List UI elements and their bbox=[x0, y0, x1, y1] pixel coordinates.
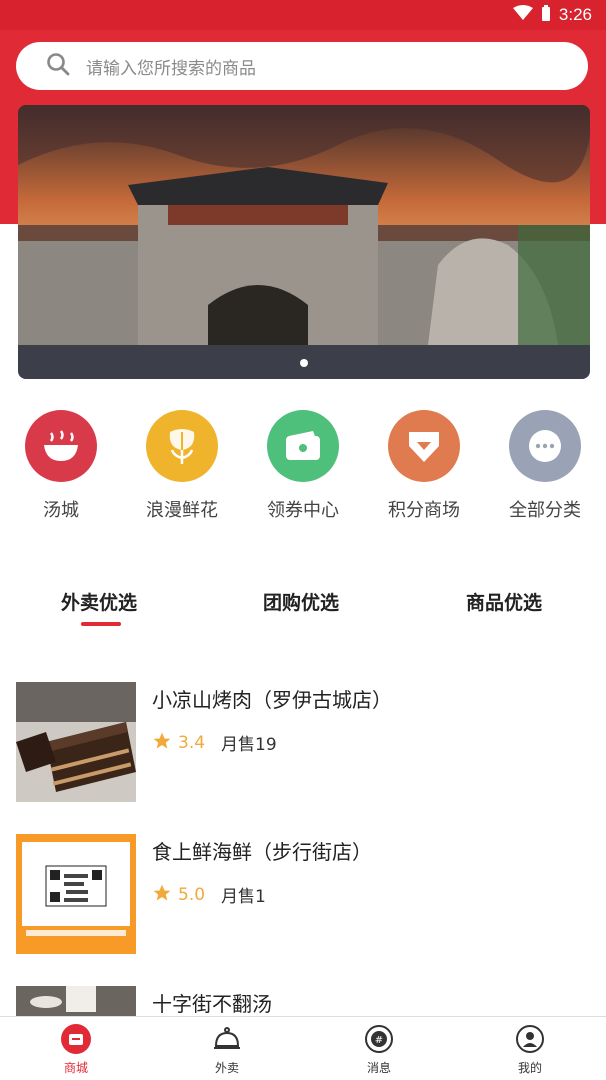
shop-name: 小凉山烤肉（罗伊古城店） bbox=[152, 688, 392, 712]
category-points-mall[interactable]: 积分商场 bbox=[374, 410, 474, 522]
shop-rating: 3.4 bbox=[178, 732, 206, 753]
soup-bowl-icon bbox=[25, 410, 97, 482]
shop-sales: 月售1 bbox=[221, 887, 266, 907]
promo-banner[interactable] bbox=[18, 105, 590, 379]
cloche-icon bbox=[211, 1023, 243, 1055]
bottom-tab-bar: 商城 外卖 # 消息 我的 bbox=[0, 1016, 606, 1080]
shop-name: 食上鲜海鲜（步行街店） bbox=[152, 840, 372, 864]
mall-icon bbox=[60, 1023, 92, 1055]
tab-products[interactable]: 商品优选 bbox=[466, 588, 542, 615]
tab-indicator bbox=[81, 622, 121, 626]
category-label: 汤城 bbox=[43, 500, 79, 521]
more-icon bbox=[509, 410, 581, 482]
shop-meta: 3.4 月售19 bbox=[152, 730, 277, 755]
tabbar-label: 消息 bbox=[366, 1061, 391, 1075]
shop-thumbnail bbox=[16, 834, 136, 954]
search-placeholder: 请输入您所搜索的商品 bbox=[86, 58, 256, 79]
battery-icon bbox=[541, 5, 551, 25]
category-flowers[interactable]: 浪漫鲜花 bbox=[132, 410, 232, 522]
tabbar-profile[interactable]: 我的 bbox=[490, 1023, 570, 1076]
category-coupons[interactable]: 领券中心 bbox=[253, 410, 353, 522]
tabbar-messages[interactable]: # 消息 bbox=[339, 1023, 419, 1076]
tab-takeout[interactable]: 外卖优选 bbox=[61, 588, 137, 615]
search-input[interactable]: 请输入您所搜索的商品 bbox=[16, 42, 588, 90]
tabbar-label: 我的 bbox=[517, 1061, 542, 1075]
list-item[interactable]: 小凉山烤肉（罗伊古城店） 3.4 月售19 bbox=[0, 682, 606, 804]
category-label: 积分商场 bbox=[388, 500, 460, 521]
banner-dot[interactable] bbox=[300, 359, 308, 367]
star-icon bbox=[152, 883, 172, 907]
category-grid: 汤城 浪漫鲜花 领券中心 积分商场 全部分类 bbox=[0, 410, 606, 522]
star-icon bbox=[152, 731, 172, 755]
tabbar-label: 外卖 bbox=[214, 1061, 239, 1075]
status-bar: 3:26 bbox=[0, 0, 606, 30]
svg-text:#: # bbox=[375, 1035, 383, 1046]
category-label: 全部分类 bbox=[509, 500, 581, 521]
tabbar-takeout[interactable]: 外卖 bbox=[187, 1023, 267, 1076]
shop-sales: 月售19 bbox=[221, 735, 277, 755]
list-item[interactable]: 食上鲜海鲜（步行街店） 5.0 月售1 bbox=[0, 834, 606, 956]
category-label: 领券中心 bbox=[267, 500, 339, 521]
search-icon bbox=[46, 52, 70, 80]
shop-rating: 5.0 bbox=[178, 884, 206, 905]
category-all[interactable]: 全部分类 bbox=[495, 410, 595, 522]
tag-icon bbox=[388, 410, 460, 482]
tabbar-label: 商城 bbox=[63, 1061, 88, 1075]
wifi-icon bbox=[512, 5, 533, 25]
shop-thumbnail bbox=[16, 682, 136, 802]
category-soup[interactable]: 汤城 bbox=[11, 410, 111, 522]
city-gate-image bbox=[18, 105, 590, 379]
shop-meta: 5.0 月售1 bbox=[152, 882, 266, 907]
tabbar-mall[interactable]: 商城 bbox=[36, 1023, 116, 1076]
status-time: 3:26 bbox=[558, 5, 592, 24]
shop-name: 十字街不翻汤 bbox=[152, 992, 272, 1016]
tab-group-buy[interactable]: 团购优选 bbox=[263, 588, 339, 615]
category-label: 浪漫鲜花 bbox=[146, 500, 218, 521]
wallet-icon bbox=[267, 410, 339, 482]
section-tabs: 外卖优选 团购优选 商品优选 bbox=[0, 588, 606, 628]
message-icon: # bbox=[363, 1023, 395, 1055]
flower-icon bbox=[146, 410, 218, 482]
user-icon bbox=[514, 1023, 546, 1055]
